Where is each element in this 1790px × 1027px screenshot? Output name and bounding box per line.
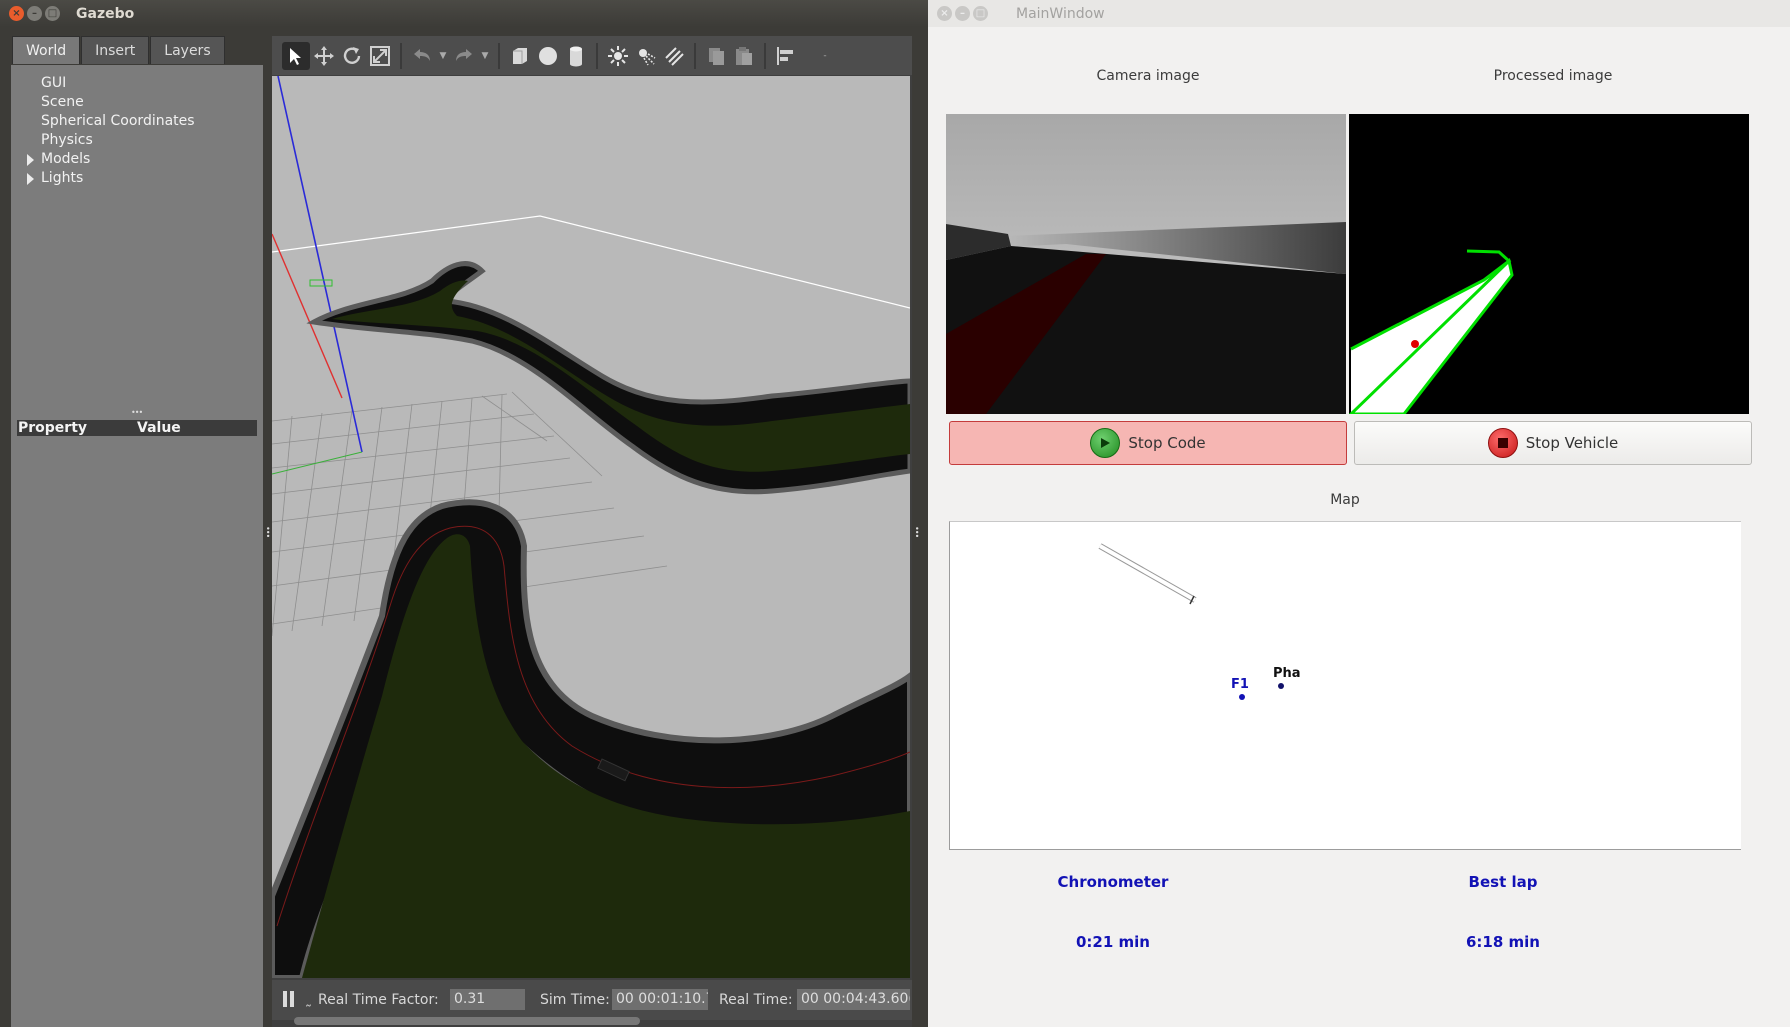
close-icon[interactable]: × (937, 6, 952, 21)
processed-image-label: Processed image (1493, 68, 1613, 84)
mainwindow-titlebar: × – □ MainWindow (928, 0, 1790, 27)
minimize-icon[interactable]: – (27, 6, 42, 21)
render-area: ▼ ▼ - ˷ Real Time Factor: 0.31 Sim Time:… (272, 36, 912, 1027)
stop-vehicle-label: Stop Vehicle (1525, 434, 1619, 452)
maximize-icon[interactable]: □ (973, 6, 988, 21)
rtf-label: Real Time Factor: (318, 992, 439, 1008)
step-icon[interactable]: ˷ (305, 992, 312, 1008)
rtf-value: 0.31 (450, 989, 525, 1010)
toolbar-separator (764, 42, 766, 69)
real-time-value: 00 00:04:43.60( (797, 989, 910, 1010)
paste-icon[interactable] (730, 42, 758, 70)
left-panel: World Insert Layers GUI Scene Spherical … (11, 36, 263, 1027)
main-window: × – □ MainWindow Camera image Processed … (928, 0, 1790, 1027)
camera-image (946, 114, 1346, 414)
toolbar-separator (498, 42, 500, 69)
gazebo-titlebar: × – □ Gazebo (0, 0, 928, 27)
pause-icon[interactable] (282, 990, 296, 1008)
gazebo-window: × – □ Gazebo World Insert Layers GUI Sce… (0, 0, 928, 1027)
align-icon[interactable] (772, 42, 800, 70)
value-column-header: Value (137, 420, 181, 436)
processed-image (1349, 114, 1749, 414)
tree-item-physics[interactable]: Physics (41, 132, 93, 148)
splitter-handle-icon[interactable]: ••• (263, 526, 272, 537)
best-lap-label: Best lap (1468, 873, 1538, 891)
map-marker-pha: Pha (1273, 666, 1301, 681)
track-scene (272, 76, 910, 978)
tree-item-label: Models (41, 151, 91, 167)
world-tree: GUI Scene Spherical Coordinates Physics … (11, 65, 263, 1027)
toolbar-separator (400, 42, 402, 69)
translate-icon[interactable] (310, 42, 338, 70)
splitter-handle-icon[interactable]: ••• (131, 408, 143, 417)
play-icon (1090, 428, 1121, 458)
window-title: Gazebo (76, 5, 135, 22)
tree-item-models[interactable]: Models (27, 151, 91, 167)
chronometer-value: 0:21 min (1076, 933, 1150, 951)
tree-item-spherical-coordinates[interactable]: Spherical Coordinates (41, 113, 195, 129)
tree-item-lights[interactable]: Lights (27, 170, 84, 186)
status-bar: ˷ Real Time Factor: 0.31 Sim Time: 00 00… (272, 980, 912, 1020)
redo-icon[interactable] (450, 42, 478, 70)
property-table-header: Property Value (17, 420, 257, 436)
minimize-icon[interactable]: – (955, 6, 970, 21)
track-map: Pha F1 (949, 521, 1741, 850)
directional-light-icon[interactable] (660, 42, 688, 70)
stop-vehicle-button[interactable]: Stop Vehicle (1354, 421, 1752, 465)
tree-item-gui[interactable]: GUI (41, 75, 66, 91)
sim-time-label: Sim Time: (540, 992, 610, 1008)
tree-item-label: Lights (41, 170, 84, 186)
box-icon[interactable] (506, 42, 534, 70)
property-column-header: Property (18, 420, 88, 436)
window-title: MainWindow (1016, 5, 1105, 22)
cylinder-icon[interactable] (562, 42, 590, 70)
stop-code-label: Stop Code (1128, 434, 1206, 452)
stop-code-button[interactable]: Stop Code (949, 421, 1347, 465)
expand-arrow-icon[interactable] (27, 173, 34, 185)
tab-world[interactable]: World (12, 36, 81, 64)
chronometer-label: Chronometer (1057, 873, 1169, 891)
undo-icon[interactable] (408, 42, 436, 70)
sim-time-value: 00 00:01:10.711 (612, 989, 708, 1010)
toolbar-separator (694, 42, 696, 69)
toolbar-separator (596, 42, 598, 69)
chevron-down-icon[interactable]: ▼ (436, 51, 450, 61)
horizontal-scrollbar[interactable] (294, 1017, 640, 1025)
point-light-icon[interactable] (604, 42, 632, 70)
tab-layers[interactable]: Layers (150, 36, 225, 64)
gazebo-toolbar: ▼ ▼ - (272, 36, 912, 75)
spot-light-icon[interactable] (632, 42, 660, 70)
maximize-icon[interactable]: □ (45, 6, 60, 21)
rotate-icon[interactable] (338, 42, 366, 70)
map-marker-f1: F1 (1231, 677, 1249, 692)
3d-viewport[interactable] (272, 76, 910, 978)
real-time-label: Real Time: (719, 992, 793, 1008)
splitter-handle-icon[interactable]: ••• (912, 526, 921, 537)
chevron-down-icon[interactable]: ▼ (478, 51, 492, 61)
sphere-icon[interactable] (534, 42, 562, 70)
toolbar-overflow-icon[interactable]: - (818, 51, 832, 61)
camera-image-label: Camera image (1096, 68, 1200, 84)
scale-icon[interactable] (366, 42, 394, 70)
stop-icon (1487, 428, 1518, 458)
expand-arrow-icon[interactable] (27, 154, 34, 166)
panel-tabs: World Insert Layers (12, 36, 226, 64)
tab-insert[interactable]: Insert (81, 36, 150, 64)
copy-icon[interactable] (702, 42, 730, 70)
best-lap-value: 6:18 min (1466, 933, 1540, 951)
circuit-outline: Pha F1 (950, 543, 1742, 851)
close-icon[interactable]: × (9, 6, 24, 21)
select-arrow-icon[interactable] (282, 41, 310, 70)
map-label: Map (1330, 492, 1360, 508)
tree-item-scene[interactable]: Scene (41, 94, 84, 110)
